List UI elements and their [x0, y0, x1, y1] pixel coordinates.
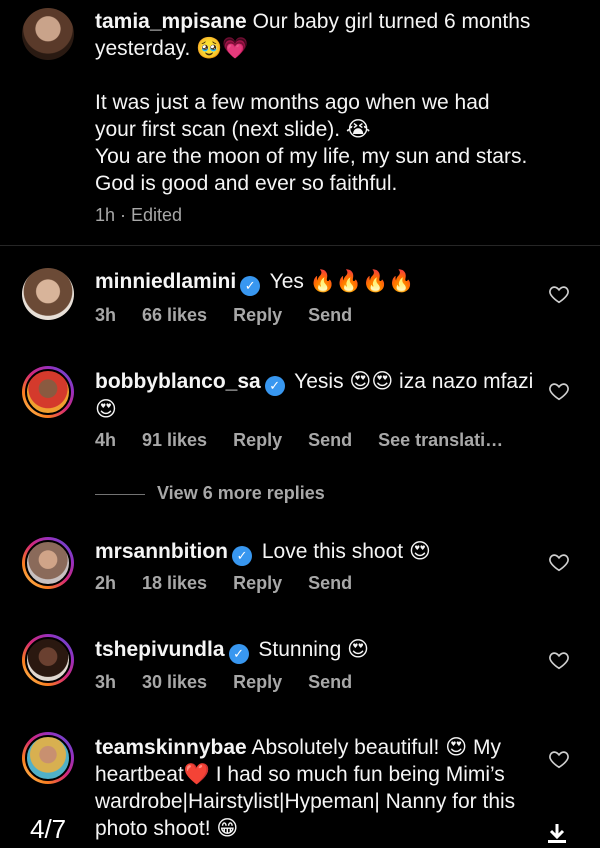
download-icon[interactable] [545, 822, 569, 844]
likes-count[interactable]: 91 likes [142, 430, 207, 450]
send-button[interactable]: Send [308, 305, 352, 325]
comment-time: 3h [95, 672, 117, 692]
divider [0, 245, 600, 246]
caption-meta: 1h · Edited [95, 205, 183, 225]
likes-count[interactable]: 66 likes [142, 305, 207, 325]
like-heart-icon[interactable] [548, 380, 570, 402]
likes-count[interactable]: 30 likes [142, 672, 207, 692]
comment-body: bobbyblanco_sa ✓ Yesis 😍😍 iza nazo mfazi … [95, 368, 535, 423]
comment-text: Yes 🔥🔥🔥🔥 [269, 270, 415, 293]
comment-time: 4h [95, 430, 117, 450]
verified-icon: ✓ [240, 276, 261, 296]
comment-body: teamskinnybae Absolutely beautiful! 😍 My… [95, 734, 535, 842]
comment-meta: 2h 18 likes Reply Send [95, 573, 378, 594]
caption-paragraph: It was just a few months ago when we had… [95, 91, 490, 141]
avatar[interactable] [22, 8, 74, 60]
comment-body: mrsannbition ✓ Love this shoot 😍 [95, 538, 535, 566]
avatar[interactable] [22, 634, 74, 686]
send-button[interactable]: Send [308, 672, 352, 692]
replies-line [95, 493, 145, 495]
comment-username[interactable]: bobbyblanco_sa [95, 370, 261, 393]
comment-username[interactable]: teamskinnybae [95, 736, 247, 759]
comment-username[interactable]: tshepivundla [95, 638, 225, 661]
comment-username[interactable]: mrsannbition [95, 540, 228, 563]
avatar[interactable] [22, 268, 74, 320]
caption-text: tamia_mpisane Our baby girl turned 6 mon… [95, 8, 535, 197]
comment-text: Love this shoot 😍 [261, 540, 431, 563]
caption-username[interactable]: tamia_mpisane [95, 10, 247, 33]
view-more-label: View 6 more replies [157, 483, 325, 503]
caption-section: tamia_mpisane Our baby girl turned 6 mon… [0, 0, 600, 245]
view-more-replies[interactable]: View 6 more replies [95, 483, 325, 504]
comment-username[interactable]: minniedlamini [95, 270, 236, 293]
avatar[interactable] [22, 366, 74, 418]
see-translation-button[interactable]: See translati… [378, 430, 503, 450]
comment-time: 2h [95, 573, 117, 593]
comment-meta: 3h 66 likes Reply Send [95, 305, 378, 326]
reply-button[interactable]: Reply [233, 672, 282, 692]
comment-body: minniedlamini ✓ Yes 🔥🔥🔥🔥 [95, 268, 535, 296]
reply-button[interactable]: Reply [233, 573, 282, 593]
send-button[interactable]: Send [308, 573, 352, 593]
reply-button[interactable]: Reply [233, 305, 282, 325]
like-heart-icon[interactable] [548, 551, 570, 573]
likes-count[interactable]: 18 likes [142, 573, 207, 593]
like-heart-icon[interactable] [548, 649, 570, 671]
like-heart-icon[interactable] [548, 748, 570, 770]
comment-meta: 4h 91 likes Reply Send See translati… [95, 430, 529, 451]
avatar[interactable] [22, 537, 74, 589]
caption-paragraph: You are the moon of my life, my sun and … [95, 145, 528, 195]
comment-meta: 3h 30 likes Reply Send [95, 672, 378, 693]
send-button[interactable]: Send [308, 430, 352, 450]
slide-counter: 4/7 [30, 814, 67, 844]
like-heart-icon[interactable] [548, 283, 570, 305]
reply-button[interactable]: Reply [233, 430, 282, 450]
comment-body: tshepivundla ✓ Stunning 😍 [95, 636, 535, 664]
verified-icon: ✓ [232, 546, 253, 566]
avatar[interactable] [22, 732, 74, 784]
comment-time: 3h [95, 305, 117, 325]
comment-text: Stunning 😍 [258, 638, 370, 661]
verified-icon: ✓ [228, 644, 249, 664]
verified-icon: ✓ [264, 376, 285, 396]
